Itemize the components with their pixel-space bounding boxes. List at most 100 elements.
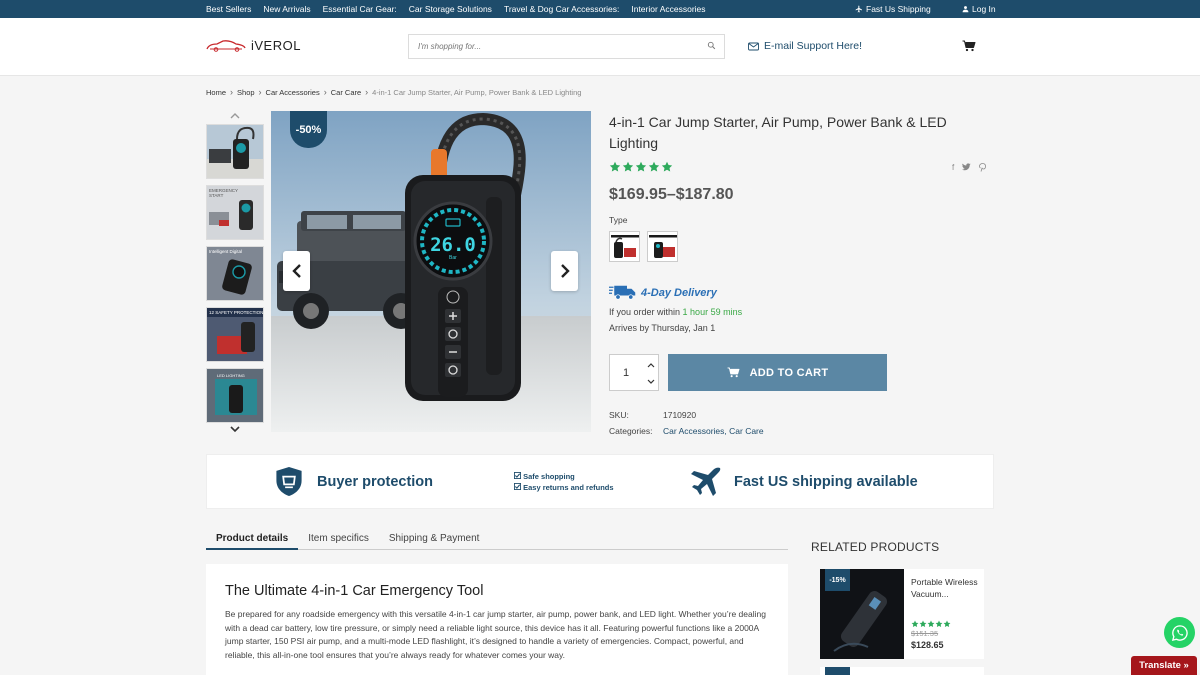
variant-option-2[interactable] [647, 231, 678, 262]
breadcrumb-home[interactable]: Home [206, 88, 226, 97]
svg-text:Bar: Bar [449, 255, 457, 261]
product-price: $169.95–$187.80 [609, 186, 734, 203]
related-discount-badge [825, 667, 850, 675]
buyer-protection-label: Buyer protection [317, 473, 434, 490]
translate-button[interactable]: Translate » [1131, 656, 1197, 675]
related-products-title: RELATED PRODUCTS [811, 540, 940, 554]
categories-links[interactable]: Car Accessories, Car Care [663, 426, 764, 436]
logo-text: iVEROL [251, 38, 301, 53]
order-cutoff-prefix: If you order within [609, 307, 683, 317]
thumbnail-3[interactable]: Intelligent Digital [206, 246, 264, 301]
svg-text:Intelligent Digital: Intelligent Digital [209, 249, 242, 254]
facebook-icon[interactable]: f [952, 163, 954, 172]
svg-text:12 SAFETY PROTECTION: 12 SAFETY PROTECTION [209, 310, 263, 315]
delivery-badge: 4-Day Delivery [609, 285, 717, 300]
airplane-icon [691, 467, 721, 496]
thumbnail-5[interactable]: LED LIGHTING [206, 368, 264, 423]
checkbox-checked-icon [514, 472, 521, 479]
variant-option-1[interactable] [609, 231, 640, 262]
tab-shipping-payment[interactable]: Shipping & Payment [379, 530, 490, 550]
car-logo-icon [206, 39, 246, 52]
order-cutoff: If you order within 1 hour 59 mins [609, 307, 742, 317]
related-product-card[interactable] [820, 667, 984, 675]
quantity-increase-button[interactable] [642, 356, 659, 373]
breadcrumb-current: 4-in-1 Car Jump Starter, Air Pump, Power… [372, 88, 582, 97]
star-icon [648, 161, 660, 172]
add-to-cart-button[interactable]: ADD TO CART [668, 354, 887, 391]
top-nav-best-sellers[interactable]: Best Sellers [206, 4, 251, 14]
top-bar: Best Sellers New Arrivals Essential Car … [0, 0, 1200, 18]
tab-product-details[interactable]: Product details [206, 530, 299, 550]
order-cutoff-time: 1 hour 59 mins [682, 307, 743, 317]
categories-row: Categories: Car Accessories, Car Care [609, 426, 764, 436]
top-nav-essential-car-gear[interactable]: Essential Car Gear: [323, 4, 397, 14]
star-icon [635, 161, 647, 172]
search-input[interactable] [409, 35, 689, 58]
related-product-rating [911, 620, 951, 628]
product-tabs: Product details Item specifics Shipping … [206, 530, 788, 550]
login-link[interactable]: Log In [962, 4, 996, 14]
related-product-card[interactable]: -15% Portable Wireless Vacuum... $151.35… [820, 569, 984, 659]
share-links: f [952, 163, 987, 172]
breadcrumb-car-accessories[interactable]: Car Accessories [266, 88, 320, 97]
site-header: iVEROL E-mail Support Here! [0, 18, 1200, 76]
trust-check-easy-returns: Easy returns and refunds [523, 483, 614, 492]
trust-banner: Buyer protection Safe shopping Easy retu… [206, 454, 994, 509]
top-nav-new-arrivals[interactable]: New Arrivals [263, 4, 310, 14]
pinterest-icon[interactable] [979, 163, 987, 172]
twitter-icon[interactable] [962, 163, 971, 171]
tab-item-specifics[interactable]: Item specifics [298, 530, 379, 550]
thumbnails-up-arrow-icon[interactable] [229, 111, 241, 121]
sku-value: 1710920 [663, 410, 697, 420]
related-product-name[interactable]: Portable Wireless Vacuum... [911, 576, 981, 600]
jump-starter-device: 26.0 Bar [405, 175, 521, 401]
cart-icon [727, 367, 740, 378]
quantity-decrease-button[interactable] [642, 373, 659, 390]
thumbnail-4[interactable]: 12 SAFETY PROTECTION [206, 307, 264, 362]
categories-label: Categories: [609, 426, 653, 436]
details-heading: The Ultimate 4-in-1 Car Emergency Tool [225, 583, 484, 599]
login-label: Log In [972, 4, 996, 14]
quantity-input[interactable] [610, 355, 642, 390]
top-nav-interior[interactable]: Interior Accessories [631, 4, 705, 14]
buyer-protection: Buyer protection [275, 466, 433, 497]
arrival-date: Arrives by Thursday, Jan 1 [609, 323, 716, 333]
fast-shipping-label: Fast Us Shipping [866, 4, 931, 14]
thumbnails-down-arrow-icon[interactable] [229, 424, 241, 434]
whatsapp-icon [1171, 624, 1188, 641]
fast-shipping-link[interactable]: Fast Us Shipping [855, 4, 931, 14]
star-icon [935, 620, 943, 628]
top-nav: Best Sellers New Arrivals Essential Car … [206, 4, 706, 14]
truck-icon [609, 285, 636, 300]
chevron-left-icon [291, 264, 301, 278]
svg-text:LED LIGHTING: LED LIGHTING [217, 373, 245, 378]
top-nav-travel-dog[interactable]: Travel & Dog Car Accessories: [504, 4, 619, 14]
trust-check-item: Easy returns and refunds [514, 482, 614, 493]
email-support-link[interactable]: E-mail Support Here! [748, 40, 862, 52]
top-nav-car-storage[interactable]: Car Storage Solutions [409, 4, 492, 14]
breadcrumb-separator: › [365, 87, 369, 97]
logo[interactable]: iVEROL [206, 38, 301, 53]
chevron-right-icon [560, 264, 570, 278]
thumbnail-1[interactable] [206, 124, 264, 179]
fast-shipping-banner: Fast US shipping available [690, 466, 918, 498]
star-icon [911, 620, 919, 628]
thumbnail-2[interactable]: EMERGENCY START [206, 185, 264, 240]
breadcrumb-shop[interactable]: Shop [237, 88, 255, 97]
envelope-icon [748, 42, 759, 50]
whatsapp-button[interactable] [1164, 617, 1195, 648]
cart-icon[interactable] [962, 40, 976, 52]
variant-type-label: Type [609, 215, 628, 225]
device-display-reading: 26.0 [430, 234, 476, 256]
details-body: Be prepared for any roadside emergency w… [225, 609, 766, 660]
email-support-label: E-mail Support Here! [764, 40, 863, 52]
image-prev-button[interactable] [283, 251, 310, 291]
star-icon [943, 620, 951, 628]
chevron-down-icon [647, 379, 654, 384]
search-icon[interactable] [707, 41, 716, 50]
star-icon [609, 161, 621, 172]
breadcrumb-separator: › [230, 87, 234, 97]
breadcrumb-car-care[interactable]: Car Care [331, 88, 361, 97]
image-next-button[interactable] [551, 251, 578, 291]
related-price: $128.65 [911, 640, 944, 650]
